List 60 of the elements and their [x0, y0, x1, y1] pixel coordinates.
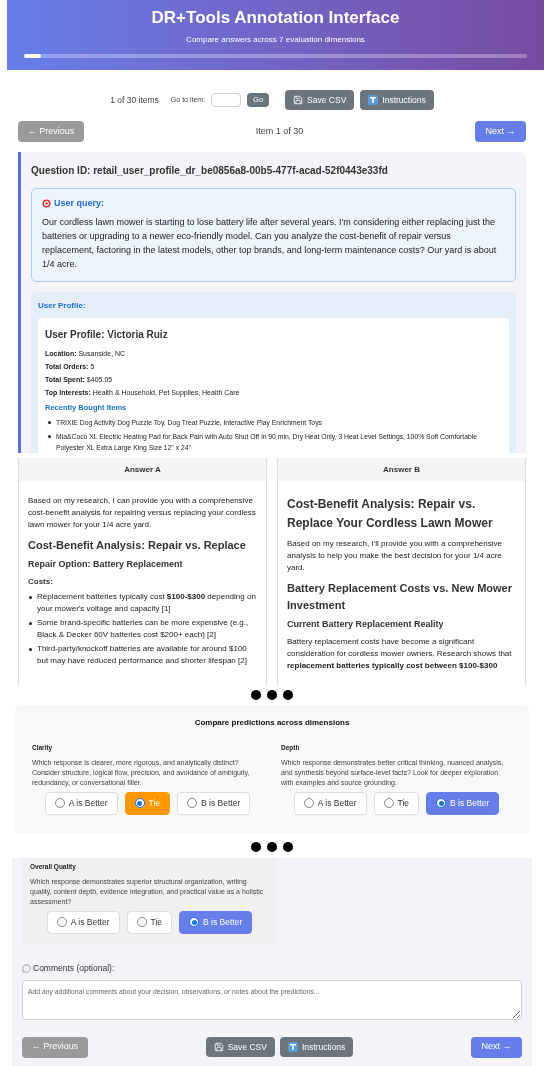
rating-option[interactable]: Tie: [126, 910, 172, 934]
next-button[interactable]: Next →: [475, 121, 526, 142]
dimensions-title: Compare predictions across dimensions: [193, 717, 351, 729]
radio-icon: [54, 798, 65, 809]
instructions-button[interactable]: Instructions: [279, 1037, 354, 1057]
answer-title: Answer A: [19, 458, 266, 481]
answer-list-item: Third-party/knockoff batteries are available for around $100 but may have reduced performance and shorter lifespan [2]: [37, 643, 248, 667]
item-count: 1 of 30 items: [110, 93, 159, 107]
query-text: Our cordless lawn mower is starting to lose battery life after several years. I'm considering either replacing just the batteries or upgrading to a newer eco-friendly model. Can you analyze the cost-benefit of repair versus replacement, factoring in the latest models, other top brands, and long-term maintenance costs? Our yard is about 1/4 acre.: [42, 215, 498, 271]
query-title: User query:: [54, 197, 105, 210]
rating-option[interactable]: A is Better: [46, 910, 120, 934]
ellipsis-icon: [251, 842, 293, 852]
app-subtitle: Compare answers across 7 evaluation dimensions: [186, 34, 365, 46]
answer-list-item: Replacement batteries typically cost $100-$300 depending on your mower's voltage and capacity [1]: [37, 591, 257, 615]
answer-paragraph: Battery replacement costs have become a significant consideration for cordless mower owners. Research shows that replacement batteries typically cost between $100-$300: [287, 636, 513, 672]
answer-title: Answer B: [278, 458, 525, 481]
instructions-button[interactable]: Instructions: [360, 90, 434, 110]
rating-option[interactable]: A is Better: [44, 791, 118, 815]
bullet-icon: [29, 622, 32, 625]
radio-icon: [303, 798, 314, 809]
radio-icon: [189, 917, 199, 928]
answer-heading: Cost-Benefit Analysis: Repair vs. Replace Your Cordless Lawn Mower: [287, 496, 494, 532]
comments-label: Comments (optional):: [33, 961, 115, 975]
answer-heading: Cost-Benefit Analysis: Repair vs. Replace: [28, 538, 247, 553]
radio-icon: [187, 798, 197, 809]
answer-paragraph: Based on my research, I'll provide you with a comprehensive analysis to help you make the best decision for your 1/4 acre yard.: [287, 538, 503, 574]
answer-heading: Battery Replacement Costs vs. New Mower Investment: [287, 581, 513, 613]
rating-option[interactable]: B is Better: [177, 791, 251, 815]
profile-section-title: User Profile:: [38, 299, 87, 312]
answer-list-item: Some brand-specific batteries can be more expensive (e.g., Black & Decker 60V batteries cost $200+ each) [2]: [37, 617, 250, 641]
next-button[interactable]: Next →: [471, 1036, 522, 1058]
question-id: Question ID: retail_user_profile_dr_be0856a8-00b5-477f-acad-52f0443e33fd: [31, 164, 389, 178]
radio-icon: [383, 798, 394, 809]
answer-subheading: Repair Option: Battery Replacement: [28, 558, 184, 571]
app-title: DR+Tools Annotation Interface: [151, 8, 400, 28]
manual-icon: [287, 1042, 298, 1052]
radio-icon: [134, 798, 145, 809]
radio-icon: [436, 798, 446, 809]
ellipsis-icon: [251, 690, 293, 700]
go-to-input[interactable]: [211, 93, 242, 107]
answer-paragraph: Based on my research, I can provide you with a comprehensive cost-benefit analysis for repairing versus replacing your cordless lawn mower for your 1/4 acre yard.: [28, 495, 257, 531]
rating-option[interactable]: B is Better: [179, 910, 253, 934]
bullet-icon: [29, 596, 32, 599]
save-csv-button[interactable]: Save CSV: [285, 90, 355, 110]
item-position: Item 1 of 30: [255, 124, 304, 138]
rating-option[interactable]: Tie: [373, 791, 419, 815]
answer-subheading: Costs:: [28, 576, 54, 588]
speech-bubble-icon: [22, 963, 31, 973]
radio-icon: [56, 917, 67, 928]
answer-subheading: Current Battery Replacement Reality: [287, 618, 445, 631]
save-csv-button[interactable]: Save CSV: [205, 1037, 275, 1057]
bullet-icon: [48, 420, 51, 424]
radio-icon: [136, 917, 147, 928]
bullet-icon: [48, 434, 51, 438]
bullet-icon: [29, 648, 32, 651]
profile-name: User Profile: Victoria Ruiz: [45, 327, 169, 342]
manual-icon: [368, 95, 379, 105]
target-icon: [42, 199, 51, 209]
rating-option[interactable]: B is Better: [426, 791, 500, 815]
rating-option[interactable]: A is Better: [293, 791, 367, 815]
